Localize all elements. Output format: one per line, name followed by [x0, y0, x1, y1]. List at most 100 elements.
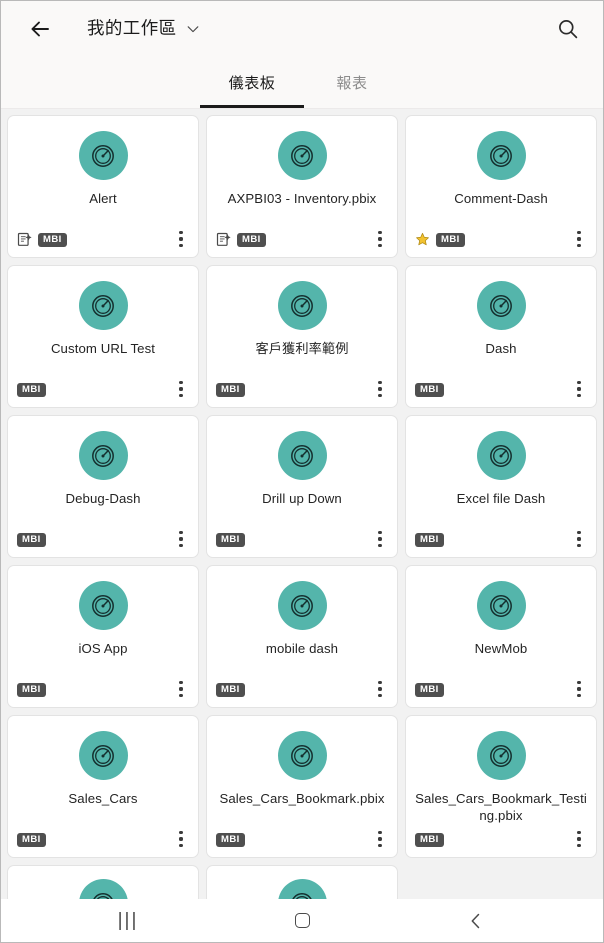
more-vertical-icon[interactable] [168, 825, 194, 853]
dashboard-card-icon [78, 131, 128, 180]
kebab-dot [179, 393, 183, 397]
more-vertical-icon[interactable] [566, 675, 592, 703]
mbi-badge: MBI [17, 532, 46, 547]
dashboard-card-footer: MBI [415, 831, 590, 848]
more-vertical-icon[interactable] [367, 675, 393, 703]
kebab-dot [179, 681, 183, 685]
dashboard-card[interactable]: mobile dash MBI [206, 565, 398, 708]
more-vertical-icon[interactable] [367, 225, 393, 253]
gauge-icon [92, 144, 114, 167]
dashboard-card[interactable]: Sales_Cars MBI [7, 715, 199, 858]
android-nav-bar: ||| [1, 899, 603, 942]
dashboard-card[interactable]: Drill up Down MBI [206, 415, 398, 558]
more-vertical-icon[interactable] [367, 525, 393, 553]
dashboard-card[interactable]: Dash MBI [405, 265, 597, 408]
dashboard-card[interactable]: Debug-Dash MBI [7, 415, 199, 558]
mbi-badge: MBI [436, 232, 465, 247]
mbi-badge: MBI [216, 382, 245, 397]
gauge-icon [490, 594, 512, 617]
gauge-icon [490, 144, 512, 167]
kebab-dot [577, 687, 581, 691]
dashboard-card-title: Sales_Cars_Bookmark_Testing.pbix [415, 791, 587, 823]
nav-recents-button[interactable]: ||| [98, 899, 158, 942]
star-icon [416, 232, 429, 246]
recents-icon: ||| [117, 910, 139, 931]
mbi-badge: MBI [17, 832, 46, 847]
gauge-icon [92, 594, 114, 617]
mbi-badge: MBI [415, 532, 444, 547]
dashboard-list-scroll[interactable]: Alert MBI AXPBI03 - Inventory.pbix MBI Comme… [1, 109, 603, 899]
more-vertical-icon[interactable] [566, 225, 592, 253]
dashboard-card-title: NewMob [474, 641, 528, 656]
dashboard-card[interactable]: iOS App MBI [7, 565, 199, 708]
kebab-dot [577, 531, 581, 535]
kebab-dot [378, 831, 382, 835]
dashboard-card[interactable]: Alert MBI [7, 115, 199, 258]
tab-bar: 儀表板 報表 [1, 57, 603, 109]
kebab-dot [577, 681, 581, 685]
kebab-dot [378, 231, 382, 235]
dashboard-card-footer: MBI [415, 531, 590, 548]
more-vertical-icon[interactable] [168, 675, 194, 703]
dashboard-card-icon [476, 581, 526, 630]
dashboard-card-icon [78, 879, 128, 899]
home-icon [294, 913, 310, 928]
dashboard-grid: Alert MBI AXPBI03 - Inventory.pbix MBI Comme… [7, 115, 597, 899]
kebab-dot [577, 831, 581, 835]
dashboard-card-icon [476, 131, 526, 180]
search-button[interactable] [551, 12, 585, 46]
kebab-dot [378, 531, 382, 535]
more-vertical-icon[interactable] [566, 525, 592, 553]
dashboard-card-icon [277, 879, 327, 899]
kebab-dot [179, 831, 183, 835]
more-vertical-icon[interactable] [367, 375, 393, 403]
app-bar-top: 我的工作區 [1, 1, 603, 57]
workspace-selector[interactable]: 我的工作區 [87, 20, 200, 38]
kebab-dot [577, 243, 581, 247]
kebab-dot [378, 837, 382, 841]
dashboard-card[interactable]: Sales_Cars_Bookmark.pbix MBI [206, 715, 398, 858]
gauge-icon [92, 444, 114, 467]
dashboard-card-icon [277, 131, 327, 180]
kebab-dot [179, 693, 183, 697]
dashboard-card[interactable]: Custom URL Test MBI [7, 265, 199, 408]
kebab-dot [378, 243, 382, 247]
more-vertical-icon[interactable] [566, 825, 592, 853]
back-button[interactable] [23, 12, 57, 46]
dashboard-card-icon [476, 731, 526, 780]
dashboard-card-icon [277, 431, 327, 480]
gauge-icon [490, 444, 512, 467]
dashboard-card-title: Drill up Down [262, 491, 342, 506]
app-bar: 我的工作區 儀表板 報表 [1, 1, 603, 109]
more-vertical-icon[interactable] [367, 825, 393, 853]
dashboard-card-footer: MBI [216, 381, 391, 398]
mbi-badge: MBI [216, 532, 245, 547]
kebab-dot [577, 393, 581, 397]
more-vertical-icon[interactable] [168, 525, 194, 553]
tab-reports[interactable]: 報表 [302, 57, 402, 108]
mbi-badge: MBI [216, 832, 245, 847]
dashboard-card-icon [277, 581, 327, 630]
dashboard-card[interactable]: Comment-Dash MBI [405, 115, 597, 258]
nav-back-button[interactable] [446, 899, 506, 942]
mbi-badge: MBI [237, 232, 266, 247]
more-vertical-icon[interactable] [168, 375, 194, 403]
tab-dashboards[interactable]: 儀表板 [200, 57, 304, 108]
gauge-icon [291, 444, 313, 467]
nav-home-button[interactable] [272, 899, 332, 942]
kebab-dot [577, 543, 581, 547]
dashboard-card-partial[interactable] [206, 865, 398, 899]
dashboard-card[interactable]: 客戶獲利率範例 MBI [206, 265, 398, 408]
kebab-dot [577, 843, 581, 847]
dashboard-card[interactable]: Excel file Dash MBI [405, 415, 597, 558]
kebab-dot [378, 237, 382, 241]
dashboard-card[interactable]: NewMob MBI [405, 565, 597, 708]
mbi-badge: MBI [38, 232, 67, 247]
more-vertical-icon[interactable] [168, 225, 194, 253]
dashboard-card-footer: MBI [216, 531, 391, 548]
kebab-dot [577, 237, 581, 241]
dashboard-card[interactable]: AXPBI03 - Inventory.pbix MBI [206, 115, 398, 258]
more-vertical-icon[interactable] [566, 375, 592, 403]
dashboard-card[interactable]: Sales_Cars_Bookmark_Testing.pbix MBI [405, 715, 597, 858]
dashboard-card-partial[interactable] [7, 865, 199, 899]
